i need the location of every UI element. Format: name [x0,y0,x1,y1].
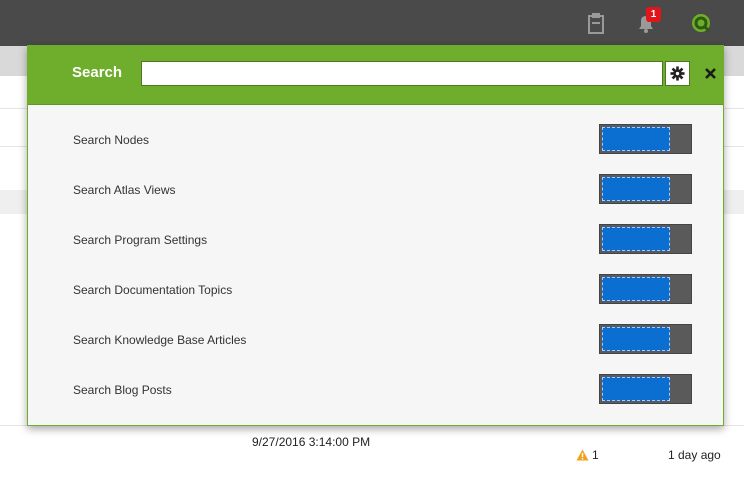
row-warning[interactable]: 1 [576,448,599,462]
option-label: Search Program Settings [73,233,208,247]
search-panel-header: Search [28,46,723,105]
search-panel: Search Search Nodes Search Atlas Views S… [27,45,724,426]
close-icon [704,67,716,79]
gear-icon [670,66,685,81]
toggle-on-fill [602,327,670,351]
toggle-search-knowledge-base-articles[interactable] [599,324,692,354]
clipboard-icon[interactable] [583,10,609,36]
search-settings-button[interactable] [665,61,690,86]
option-label: Search Documentation Topics [73,283,233,297]
toggle-on-fill [602,227,670,251]
option-search-atlas-views: Search Atlas Views [28,174,723,208]
search-input[interactable] [141,61,663,86]
toggle-on-fill [602,127,670,151]
toggle-on-fill [602,377,670,401]
top-app-bar: 1 [0,0,744,46]
option-label: Search Nodes [73,133,150,147]
toggle-on-fill [602,177,670,201]
toggle-search-nodes[interactable] [599,124,692,154]
toggle-search-atlas-views[interactable] [599,174,692,204]
option-label: Search Blog Posts [73,383,172,397]
option-search-program-settings: Search Program Settings [28,224,723,258]
option-search-blog-posts: Search Blog Posts [28,374,723,408]
warning-count: 1 [592,448,599,462]
toggle-search-documentation-topics[interactable] [599,274,692,304]
notification-badge: 1 [646,7,661,22]
option-label: Search Atlas Views [73,183,176,197]
option-search-nodes: Search Nodes [28,124,723,158]
search-label: Search [72,64,123,81]
close-button[interactable] [700,63,720,83]
option-search-knowledge-base-articles: Search Knowledge Base Articles [28,324,723,358]
option-search-documentation-topics: Search Documentation Topics [28,274,723,308]
toggle-on-fill [602,277,670,301]
row-age: 1 day ago [668,448,721,462]
user-avatar-icon[interactable] [688,10,714,36]
toggle-search-program-settings[interactable] [599,224,692,254]
warning-icon [576,449,589,461]
option-label: Search Knowledge Base Articles [73,333,247,347]
row-timestamp: 9/27/2016 3:14:00 PM [252,435,371,449]
toggle-search-blog-posts[interactable] [599,374,692,404]
